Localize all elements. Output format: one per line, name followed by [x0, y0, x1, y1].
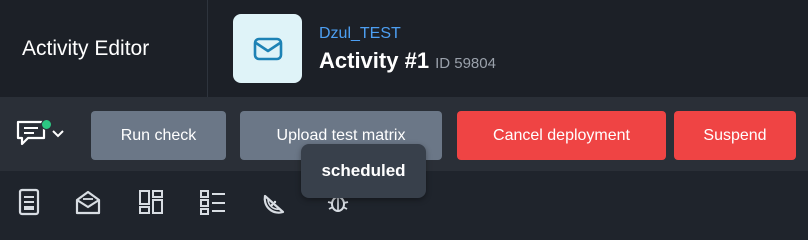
tooltip: scheduled	[301, 144, 426, 198]
document-icon[interactable]	[15, 188, 43, 216]
run-check-button[interactable]: Run check	[91, 111, 226, 160]
activity-info: Dzul_TEST Activity #1 ID 59804	[208, 0, 496, 97]
activity-id: ID 59804	[435, 54, 496, 72]
suspend-button[interactable]: Suspend	[674, 111, 796, 160]
chevron-down-icon	[52, 125, 64, 143]
activity-name: Activity #1	[319, 47, 430, 73]
notification-dot	[41, 119, 52, 130]
header: Activity Editor Dzul_TEST Activity #1 ID…	[0, 0, 808, 97]
project-link[interactable]: Dzul_TEST	[319, 24, 496, 44]
layout-icon[interactable]	[137, 188, 165, 216]
list-icon[interactable]	[199, 188, 227, 216]
cancel-deployment-button[interactable]: Cancel deployment	[457, 111, 666, 160]
comment-button[interactable]	[14, 117, 74, 151]
envelope-icon	[233, 14, 302, 83]
mail-open-icon[interactable]	[74, 188, 102, 216]
app-title: Activity Editor	[0, 0, 208, 97]
melon-icon[interactable]	[261, 188, 289, 216]
